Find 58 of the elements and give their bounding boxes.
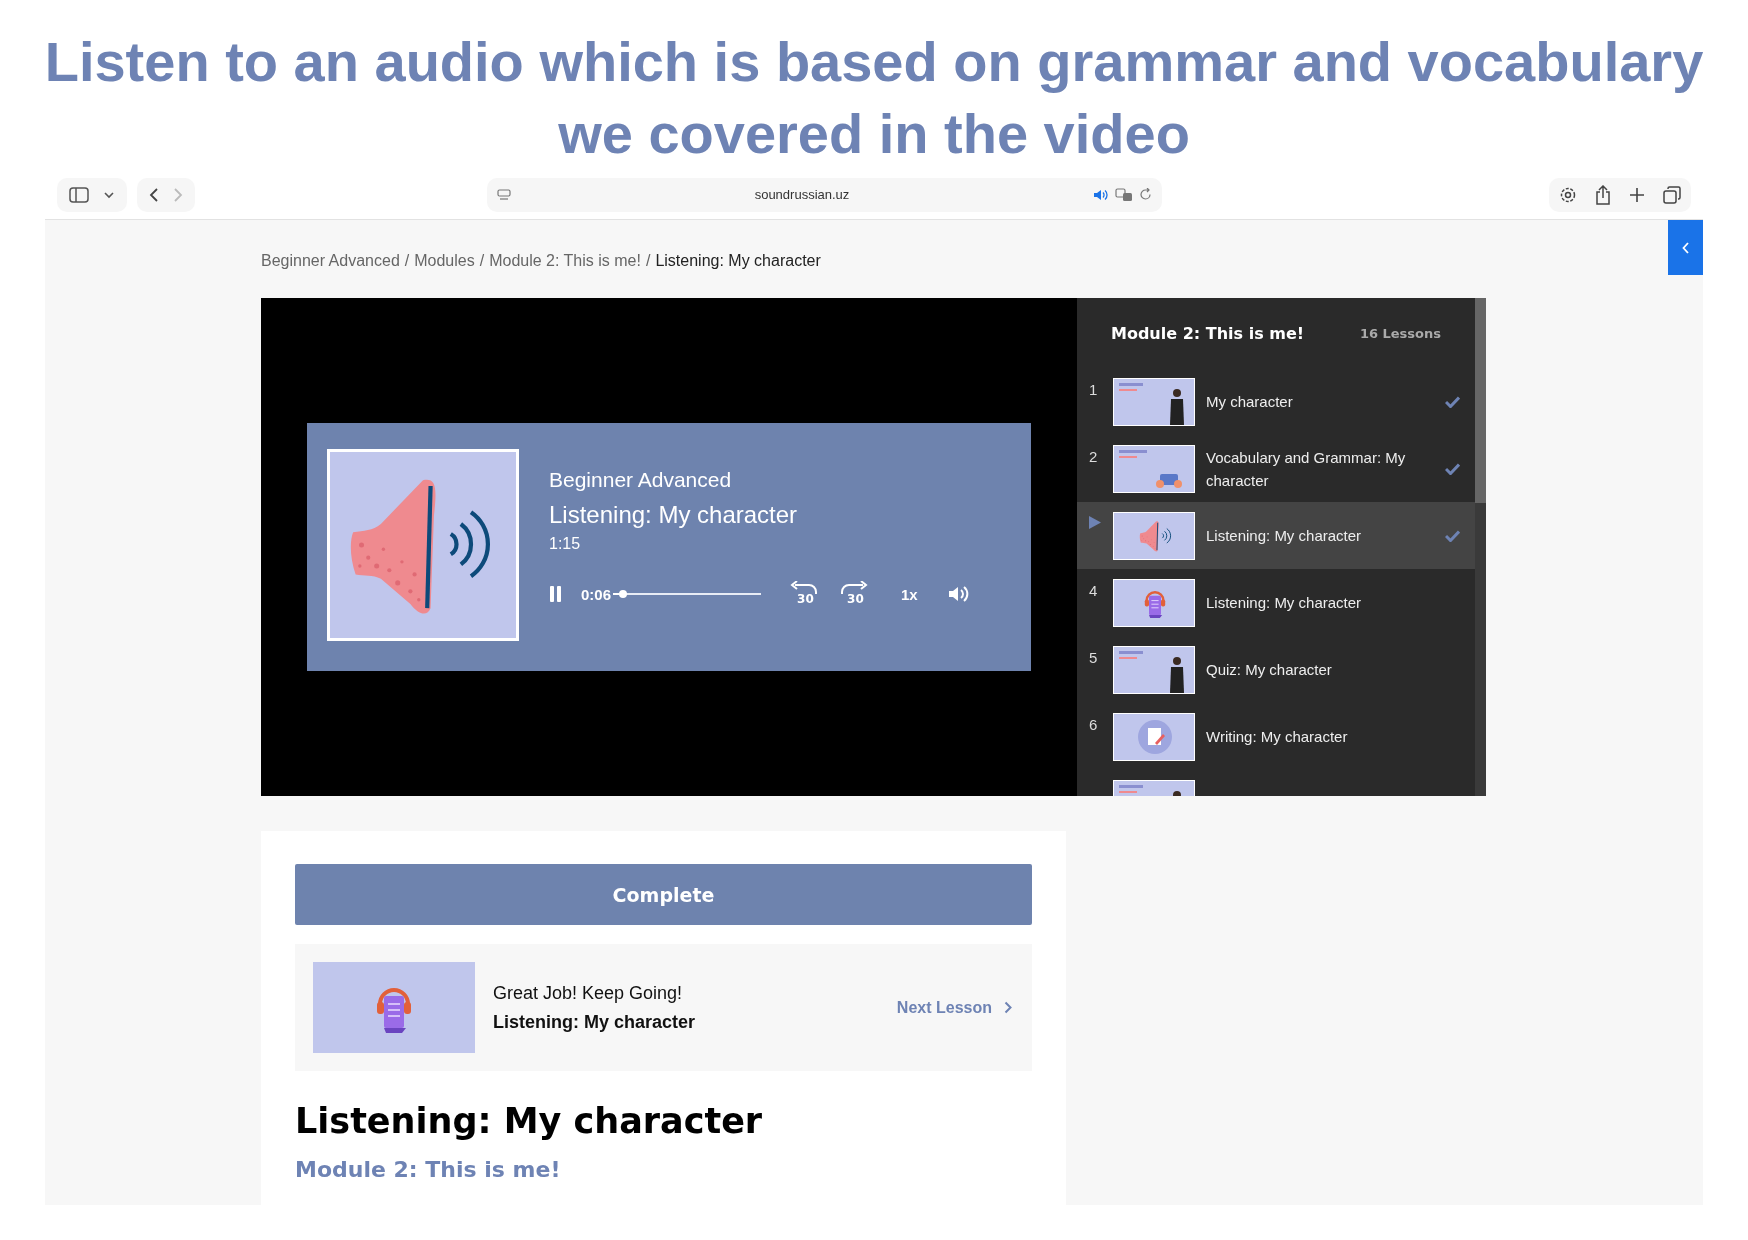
lesson-number: 1 xyxy=(1088,381,1099,398)
settings-icon[interactable] xyxy=(1559,185,1577,204)
volume-icon[interactable] xyxy=(947,585,970,603)
track-title: Listening: My character xyxy=(549,501,799,529)
lesson-title: Quiz: My character xyxy=(1206,660,1333,680)
scrollbar-thumb[interactable] xyxy=(1475,298,1486,503)
playback-speed[interactable]: 1x xyxy=(901,585,918,603)
lesson-number: 2 xyxy=(1088,448,1099,465)
progress-handle[interactable] xyxy=(619,590,628,598)
complete-button[interactable]: Complete xyxy=(295,864,1032,925)
translate-icon[interactable] xyxy=(1115,187,1133,202)
lesson-count: 16 Lessons xyxy=(1359,325,1441,341)
chevron-down-icon[interactable] xyxy=(103,190,115,199)
lesson-item[interactable]: 6 Writing: My character xyxy=(1077,703,1475,770)
lesson-title: Writing: My character xyxy=(1206,727,1349,747)
sidebar-toggle-icon[interactable] xyxy=(69,186,89,203)
lesson-title: Listening: My character xyxy=(1206,526,1363,546)
module-title: Module 2: This is me! xyxy=(1111,323,1305,343)
breadcrumb-separator: / xyxy=(479,252,485,270)
back-icon[interactable] xyxy=(149,186,159,203)
rewind-button[interactable]: 30 xyxy=(789,581,820,607)
lesson-item[interactable]: 1 My character xyxy=(1077,368,1475,435)
reload-icon[interactable] xyxy=(1139,188,1152,201)
breadcrumb-separator: / xyxy=(645,252,651,270)
breadcrumb-link[interactable]: Beginner Advanced xyxy=(261,252,400,270)
breadcrumb-current: Listening: My character xyxy=(655,252,821,270)
next-lesson-title: Listening: My character xyxy=(493,1011,696,1033)
module-link[interactable]: Module 2: This is me! xyxy=(295,1157,561,1182)
lesson-item[interactable]: 2 Vocabulary and Grammar: My character xyxy=(1077,435,1475,502)
breadcrumb-link[interactable]: Modules xyxy=(414,252,475,270)
lesson-item[interactable]: 5 Quiz: My character xyxy=(1077,636,1475,703)
pause-button[interactable] xyxy=(549,586,563,602)
tabs-overview-icon[interactable] xyxy=(1663,185,1681,204)
chevron-right-icon xyxy=(1004,1001,1012,1014)
lesson-title: My character xyxy=(1206,392,1294,412)
lesson-item[interactable]: 4 Listening: My character xyxy=(1077,569,1475,636)
lesson-number: 5 xyxy=(1088,649,1099,666)
lesson-number: 4 xyxy=(1088,582,1099,599)
new-tab-icon[interactable] xyxy=(1629,186,1645,203)
lesson-title: Listening: My character xyxy=(1206,593,1363,613)
track-duration: 1:15 xyxy=(549,535,582,553)
forward-button[interactable]: 30 xyxy=(839,581,870,607)
elapsed-time: 0:06 xyxy=(581,585,612,603)
play-icon xyxy=(1089,516,1101,529)
breadcrumb-link[interactable]: Module 2: This is me! xyxy=(489,252,641,270)
speaker-icon[interactable] xyxy=(1093,188,1109,201)
lesson-number: 6 xyxy=(1088,716,1099,733)
lesson-title: Vocabulary and Grammar: My character xyxy=(1206,447,1407,491)
lesson-item[interactable]: Listening: My character xyxy=(1077,502,1475,569)
encouragement-text: Great Job! Keep Going! xyxy=(493,982,684,1004)
page-heading: Listen to an audio which is based on grammar and vocabulary we covered in the video xyxy=(43,29,1705,167)
chevron-left-icon xyxy=(1681,241,1690,254)
share-icon[interactable] xyxy=(1595,184,1611,205)
course-name: Beginner Advanced xyxy=(549,468,733,492)
breadcrumb-separator: / xyxy=(404,252,410,270)
page-menu-icon[interactable] xyxy=(497,188,511,201)
next-lesson-link[interactable]: Next Lesson xyxy=(896,998,1012,1017)
lesson-heading: Listening: My character xyxy=(295,1101,764,1141)
